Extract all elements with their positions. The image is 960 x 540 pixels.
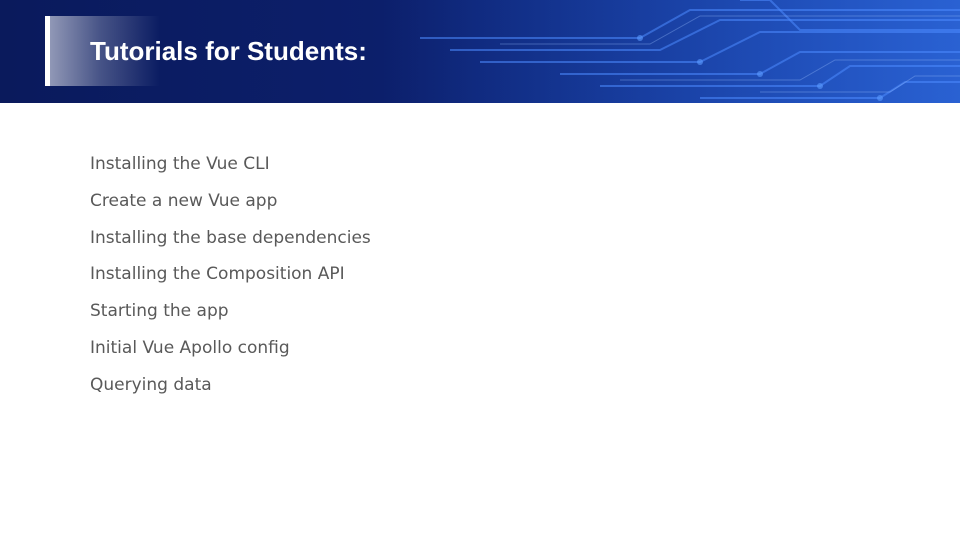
list-item: Initial Vue Apollo config	[90, 337, 290, 358]
list-item: Installing the Composition API	[90, 264, 345, 285]
header-banner: Tutorials for Students:	[0, 0, 960, 103]
title-accent-bar	[45, 16, 50, 86]
topic-list: Installing the Vue CLI Create a new Vue …	[90, 150, 371, 408]
list-item: Starting the app	[90, 301, 229, 322]
list-item: Installing the base dependencies	[90, 227, 371, 248]
list-item: Installing the Vue CLI	[90, 154, 270, 174]
slide-title: Tutorials for Students:	[90, 36, 367, 66]
slide: Tutorials for Students: Installing the V…	[0, 0, 960, 540]
list-item: Querying data	[90, 374, 212, 395]
list-item: Create a new Vue app	[90, 190, 278, 211]
